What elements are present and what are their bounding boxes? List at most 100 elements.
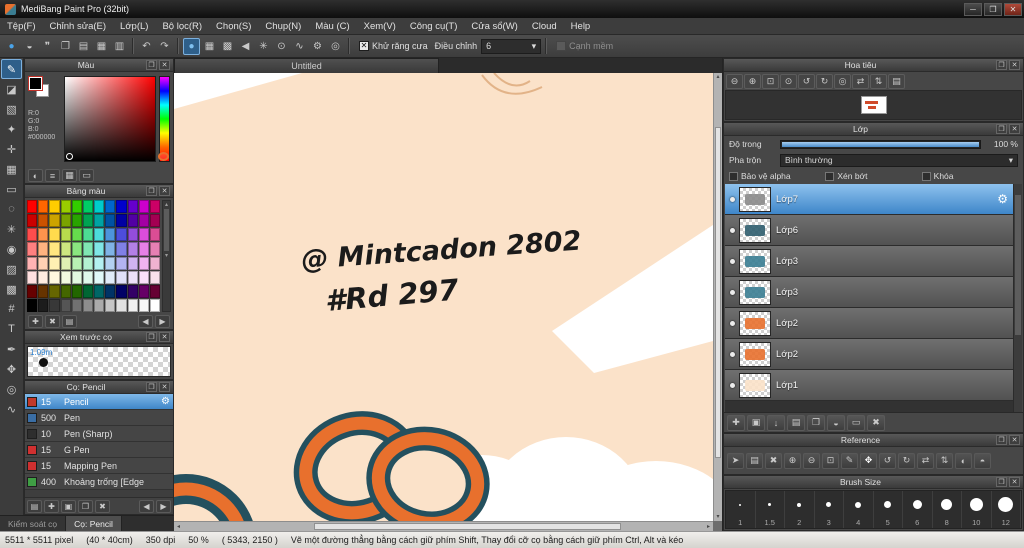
brush-tool-icon[interactable]: ✎ bbox=[1, 59, 22, 79]
panel-float-icon[interactable]: ❐ bbox=[146, 382, 157, 392]
palette-swatch[interactable] bbox=[94, 284, 105, 298]
palette-swatch[interactable] bbox=[94, 242, 105, 256]
palette-swatch[interactable] bbox=[105, 270, 116, 284]
palette-swatch[interactable] bbox=[38, 256, 49, 270]
scroll-right-icon[interactable]: ▸ bbox=[704, 522, 713, 531]
brush-prev-icon[interactable]: ◀ bbox=[139, 499, 154, 513]
pipette-tool-icon[interactable]: ✒ bbox=[1, 339, 22, 359]
scroll-thumb[interactable] bbox=[1015, 195, 1021, 335]
palette-swatch[interactable] bbox=[49, 284, 60, 298]
panel-float-icon[interactable]: ❐ bbox=[146, 60, 157, 70]
palette-swatch[interactable] bbox=[116, 284, 127, 298]
gear-icon[interactable]: ⚙ bbox=[309, 38, 326, 55]
palette-swatch[interactable] bbox=[71, 242, 82, 256]
palette-prev-icon[interactable]: ◀ bbox=[138, 315, 153, 328]
layer-item[interactable]: Lớp3 bbox=[725, 246, 1013, 277]
menu-color[interactable]: Màu (C) bbox=[308, 21, 356, 32]
layer-visibility-icon[interactable] bbox=[725, 321, 739, 326]
move-tool-icon[interactable]: ✛ bbox=[1, 139, 22, 159]
palette-swatch[interactable] bbox=[71, 200, 82, 214]
copy-page-icon[interactable]: ❐ bbox=[57, 38, 74, 55]
palette-swatch[interactable] bbox=[116, 214, 127, 228]
layer-item[interactable]: Lớp3 bbox=[725, 277, 1013, 308]
fg-bg-color-swatches[interactable] bbox=[28, 76, 52, 100]
palette-swatch[interactable] bbox=[38, 298, 49, 312]
scroll-thumb[interactable] bbox=[715, 126, 721, 459]
antialias-checkbox[interactable]: ✕ Khử răng cưa bbox=[359, 41, 428, 51]
chat-icon[interactable]: ❞ bbox=[39, 38, 56, 55]
reference-zoom-out-icon[interactable]: ⊖ bbox=[803, 452, 820, 469]
palette-swatch[interactable] bbox=[127, 214, 138, 228]
navigator-flip-v-icon[interactable]: ⇅ bbox=[870, 73, 887, 89]
close-button[interactable]: ✕ bbox=[1004, 2, 1022, 16]
gradient-tool-icon[interactable]: ▨ bbox=[1, 259, 22, 279]
save-icon[interactable]: ◒ bbox=[21, 38, 38, 55]
palette-swatch[interactable] bbox=[138, 200, 149, 214]
marquee-tool-icon[interactable]: ▭ bbox=[1, 179, 22, 199]
palette-swatch[interactable] bbox=[127, 270, 138, 284]
palette-swatch[interactable] bbox=[149, 200, 160, 214]
panel-close-icon[interactable]: ✕ bbox=[1009, 124, 1020, 134]
reference-pencil-icon[interactable]: ✎ bbox=[841, 452, 858, 469]
palette-swatch[interactable] bbox=[82, 284, 93, 298]
curve-icon[interactable]: ∿ bbox=[291, 38, 308, 55]
palette-swatch[interactable] bbox=[127, 228, 138, 242]
panel-close-icon[interactable]: ✕ bbox=[1009, 60, 1020, 70]
layer-delete-icon[interactable]: ✖ bbox=[867, 414, 885, 431]
palette-swatch[interactable] bbox=[138, 214, 149, 228]
brush-next-icon[interactable]: ▶ bbox=[156, 499, 171, 513]
soft-edge-checkbox[interactable]: Cạnh mềm bbox=[556, 41, 613, 51]
palette-swatch[interactable] bbox=[60, 256, 71, 270]
reference-pointer-icon[interactable]: ➤ bbox=[727, 452, 744, 469]
palette-swatch[interactable] bbox=[105, 256, 116, 270]
brush-texture-icon[interactable]: ▩ bbox=[219, 38, 236, 55]
scroll-thumb[interactable] bbox=[314, 523, 622, 530]
brush-item-pen[interactable]: 500 Pen bbox=[25, 410, 173, 426]
tab-brush-control[interactable]: Kiểm soát cọ bbox=[0, 516, 67, 531]
snap-tool-icon[interactable]: ∿ bbox=[1, 399, 22, 419]
brush-delete-icon[interactable]: ✖ bbox=[95, 499, 110, 513]
panel-close-icon[interactable]: ✕ bbox=[159, 382, 170, 392]
layer-settings-icon[interactable]: ⚙ bbox=[997, 192, 1008, 206]
palette-swatch[interactable] bbox=[27, 200, 38, 214]
menu-file[interactable]: Tệp(F) bbox=[0, 21, 43, 32]
palette-swatch[interactable] bbox=[138, 228, 149, 242]
layer-folder-icon[interactable]: ▤ bbox=[787, 414, 805, 431]
panel-float-icon[interactable]: ❐ bbox=[996, 124, 1007, 134]
reference-flip-h-icon[interactable]: ⇄ bbox=[917, 452, 934, 469]
brush-item-pencil[interactable]: 15 Pencil ⚙ bbox=[25, 394, 173, 410]
palette-swatch[interactable] bbox=[116, 270, 127, 284]
palette-swatch[interactable] bbox=[105, 242, 116, 256]
palette-swatch[interactable] bbox=[94, 200, 105, 214]
palette-swatch[interactable] bbox=[94, 214, 105, 228]
palette-swatch[interactable] bbox=[38, 242, 49, 256]
panel-float-icon[interactable]: ❐ bbox=[996, 477, 1007, 487]
palette-swatch[interactable] bbox=[27, 228, 38, 242]
menu-help[interactable]: Help bbox=[564, 21, 598, 32]
palette-swatch[interactable] bbox=[127, 298, 138, 312]
palette-swatch[interactable] bbox=[49, 270, 60, 284]
clipping-checkbox[interactable]: Xén bớt bbox=[825, 171, 921, 181]
hand-tool-icon[interactable]: ✥ bbox=[1, 359, 22, 379]
palette-swatch[interactable] bbox=[94, 256, 105, 270]
layer-visibility-icon[interactable] bbox=[725, 259, 739, 264]
palette-menu-icon[interactable]: ▤ bbox=[62, 315, 77, 328]
palette-scrollbar[interactable]: ▴ ▾ bbox=[162, 200, 171, 312]
palette-swatch[interactable] bbox=[71, 256, 82, 270]
palette-next-icon[interactable]: ▶ bbox=[155, 315, 170, 328]
layer-visibility-icon[interactable] bbox=[725, 352, 739, 357]
palette-swatch[interactable] bbox=[71, 214, 82, 228]
navigator-rotate-right-icon[interactable]: ↻ bbox=[816, 73, 833, 89]
palette-swatch[interactable] bbox=[149, 242, 160, 256]
reference-pin-icon[interactable]: ◓ bbox=[974, 452, 991, 469]
minimize-button[interactable]: ─ bbox=[964, 2, 982, 16]
palette-swatch[interactable] bbox=[60, 284, 71, 298]
menu-select[interactable]: Chọn(S) bbox=[209, 21, 258, 32]
color-grid-icon[interactable]: ▦ bbox=[62, 169, 77, 182]
reference-rotate-right-icon[interactable]: ↻ bbox=[898, 452, 915, 469]
palette-swatch[interactable] bbox=[60, 298, 71, 312]
palette-swatch[interactable] bbox=[138, 284, 149, 298]
layer-visibility-icon[interactable] bbox=[725, 383, 739, 388]
menu-tools[interactable]: Công cụ(T) bbox=[403, 21, 465, 32]
layer-new-folder-icon[interactable]: ▣ bbox=[747, 414, 765, 431]
